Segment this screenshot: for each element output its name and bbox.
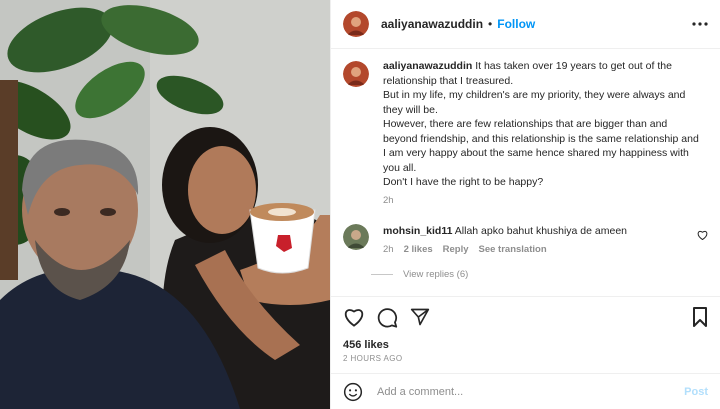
- heart-icon[interactable]: [343, 307, 365, 327]
- author-username[interactable]: aaliyanawazuddin: [381, 17, 483, 31]
- comment-icon[interactable]: [377, 307, 398, 328]
- commenter-username[interactable]: mohsin_kid11: [383, 225, 452, 237]
- caption-line-2: But in my life, my children's are my pri…: [383, 89, 686, 116]
- author-avatar[interactable]: [343, 11, 369, 37]
- post-timestamp[interactable]: 2 HOURS AGO: [343, 354, 708, 363]
- post-comment-button[interactable]: Post: [684, 386, 708, 398]
- post-caption: aaliyanawazuddin It has taken over 19 ye…: [343, 59, 708, 208]
- comment-body: mohsin_kid11 Allah apko bahut khushiya d…: [383, 224, 673, 257]
- view-replies-button[interactable]: View replies (6): [371, 269, 708, 280]
- share-icon[interactable]: [410, 307, 430, 327]
- instagram-post: aaliyanawazuddin • Follow aaliyanawazudd…: [0, 0, 720, 409]
- post-actions: 456 likes 2 HOURS AGO: [331, 296, 720, 363]
- comment-input[interactable]: [375, 384, 685, 399]
- likes-count[interactable]: 456 likes: [343, 339, 708, 351]
- caption-line-4: Don't I have the right to be happy?: [383, 176, 544, 188]
- comment-likes-link[interactable]: 2 likes: [404, 243, 433, 257]
- comment-timestamp[interactable]: 2h: [383, 243, 394, 257]
- action-icons-row: [343, 305, 708, 329]
- comment-meta: 2h 2 likes Reply See translation: [383, 243, 673, 257]
- separator-dot: •: [488, 17, 493, 31]
- comment-text: Allah apko bahut khushiya de ameen: [454, 225, 628, 237]
- comment-item: mohsin_kid11 Allah apko bahut khushiya d…: [343, 224, 708, 257]
- comment-heart-icon[interactable]: [697, 227, 708, 245]
- caption-timestamp[interactable]: 2h: [383, 194, 703, 209]
- caption-username[interactable]: aaliyanawazuddin: [383, 60, 472, 72]
- add-comment-bar: Post: [331, 373, 720, 409]
- post-header: aaliyanawazuddin • Follow: [331, 0, 720, 49]
- bookmark-icon[interactable]: [692, 307, 708, 327]
- emoji-icon[interactable]: [343, 382, 363, 402]
- comments-section[interactable]: aaliyanawazuddin It has taken over 19 ye…: [331, 49, 720, 295]
- commenter-avatar[interactable]: [343, 224, 369, 250]
- replies-divider-line: [371, 274, 393, 275]
- caption-author-avatar[interactable]: [343, 61, 369, 87]
- post-photo[interactable]: [0, 0, 330, 409]
- more-options-icon[interactable]: [692, 22, 708, 26]
- caption-line-3: However, there are few relationships tha…: [383, 118, 699, 174]
- view-replies-label: View replies (6): [403, 269, 469, 280]
- see-translation-link[interactable]: See translation: [479, 243, 547, 257]
- comment-reply-button[interactable]: Reply: [443, 243, 469, 257]
- post-details-panel: aaliyanawazuddin • Follow aaliyanawazudd…: [330, 0, 720, 409]
- follow-button[interactable]: Follow: [497, 17, 535, 31]
- post-photo-illustration: [0, 0, 330, 409]
- caption-text: aaliyanawazuddin It has taken over 19 ye…: [383, 59, 703, 208]
